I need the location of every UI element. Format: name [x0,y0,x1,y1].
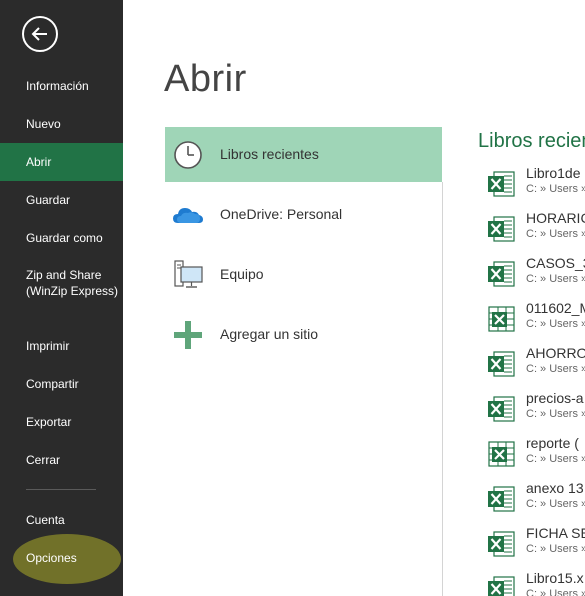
excel-icon [486,529,516,559]
file-name: anexo 13 [526,480,584,496]
file-name: 011602_M [526,300,585,316]
recent-file-item[interactable]: reporte ( C: » Users » [486,430,585,475]
excel-csv-icon [486,439,516,469]
nav-item-informacion[interactable]: Información [0,67,123,105]
plus-icon [172,319,204,351]
excel-icon [486,484,516,514]
pane-divider [442,182,443,596]
file-name: reporte ( [526,435,579,451]
file-name: precios-a [526,390,584,406]
file-path: C: » Users » [526,318,585,330]
file-path: C: » Users » [526,543,585,555]
recent-file-item[interactable]: HORARIC C: » Users » [486,205,585,250]
clock-icon [172,139,204,171]
file-path: C: » Users » [526,228,585,240]
file-path: C: » Users » [526,363,585,375]
onedrive-cloud-icon [172,199,204,231]
computer-icon [172,259,204,291]
file-name: Libro1de [526,165,581,181]
recent-file-item[interactable]: Libro1de C: » Users » [486,160,585,205]
nav-item-abrir[interactable]: Abrir [0,143,123,181]
place-label: Agregar un sitio [220,326,319,342]
recent-file-item[interactable]: Libro15.x C: » Users » [486,565,585,596]
backstage-sidebar: Información Nuevo Abrir Guardar Guardar … [0,0,123,596]
file-name: Libro15.x [526,570,584,586]
file-name: CASOS_3 [526,255,585,271]
place-label: Libros recientes [220,146,319,162]
nav-item-guardar-como[interactable]: Guardar como [0,219,123,257]
nav-item-cerrar[interactable]: Cerrar [0,441,123,479]
nav-item-zip-and-share[interactable]: Zip and Share (WinZip Express) [0,257,118,319]
file-path: C: » Users » [526,183,585,195]
file-name: HORARIC [526,210,585,226]
file-path: C: » Users » [526,408,585,420]
place-equipo[interactable]: Equipo [165,247,442,302]
place-onedrive[interactable]: OneDrive: Personal [165,187,442,242]
file-path: C: » Users » [526,273,585,285]
nav-item-exportar[interactable]: Exportar [0,403,123,441]
excel-icon [486,349,516,379]
recent-file-item[interactable]: anexo 13 C: » Users » [486,475,585,520]
nav-item-imprimir[interactable]: Imprimir [0,327,123,365]
nav-item-nuevo[interactable]: Nuevo [0,105,123,143]
file-name: AHORRO [526,345,585,361]
page-title: Abrir [164,58,247,100]
place-agregar-sitio[interactable]: Agregar un sitio [165,307,442,362]
recent-file-item[interactable]: FICHA SE C: » Users » [486,520,585,565]
file-name: FICHA SE [526,525,585,541]
excel-icon [486,169,516,199]
excel-icon [486,394,516,424]
recent-file-item[interactable]: 011602_M C: » Users » [486,295,585,340]
excel-icon [486,214,516,244]
recent-file-item[interactable]: CASOS_3 C: » Users » [486,250,585,295]
recent-files-header: Libros recien [478,130,585,152]
file-path: C: » Users » [526,498,585,510]
file-path: C: » Users » [526,453,585,465]
excel-icon [486,574,516,596]
place-label: Equipo [220,266,264,282]
place-label: OneDrive: Personal [220,206,343,222]
nav-item-guardar[interactable]: Guardar [0,181,123,219]
nav-item-opciones[interactable]: Opciones [0,539,123,577]
back-arrow-icon[interactable] [22,16,58,52]
excel-icon [486,259,516,289]
nav-item-compartir[interactable]: Compartir [0,365,123,403]
excel-csv-icon [486,304,516,334]
recent-file-item[interactable]: precios-a C: » Users » [486,385,585,430]
sidebar-divider [26,489,96,490]
file-path: C: » Users » [526,588,585,596]
place-libros-recientes[interactable]: Libros recientes [165,127,442,182]
recent-file-item[interactable]: AHORRO C: » Users » [486,340,585,385]
